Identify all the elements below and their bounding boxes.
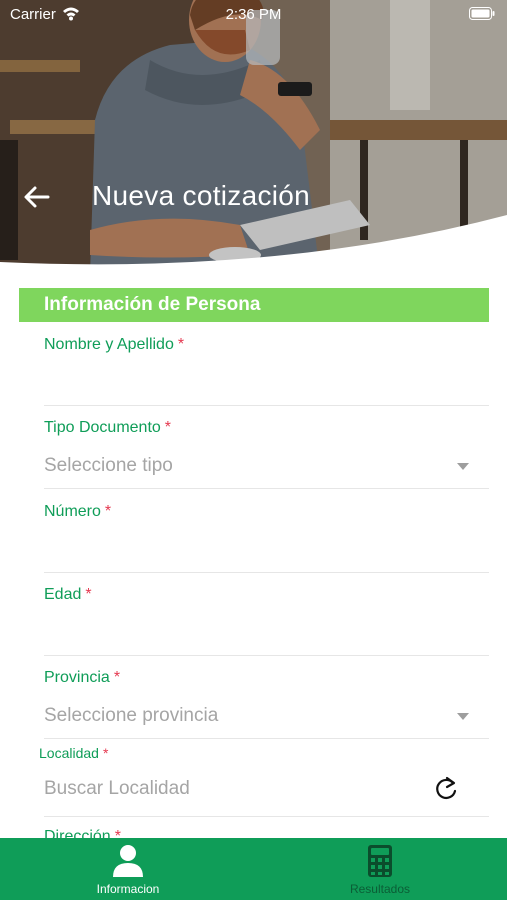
header-banner: Carrier 2:36 PM Nueva cotización xyxy=(0,0,507,275)
edad-label: Edad * xyxy=(44,586,92,603)
numero-label: Número * xyxy=(44,503,112,520)
tab-resultados[interactable]: Resultados xyxy=(280,838,480,900)
numero-field[interactable]: Número * xyxy=(44,503,489,573)
chevron-down-icon[interactable] xyxy=(457,713,469,720)
numero-underline xyxy=(44,572,489,573)
localidad-label: Localidad * xyxy=(39,745,109,761)
tipo-documento-underline xyxy=(44,488,489,489)
bottom-tab-bar: Informacion Resultados xyxy=(0,838,507,900)
nombre-field[interactable]: Nombre y Apellido * xyxy=(44,336,489,406)
required-mark: * xyxy=(113,669,121,686)
required-mark: * xyxy=(85,586,92,603)
nombre-label: Nombre y Apellido * xyxy=(44,336,185,353)
battery-icon xyxy=(469,7,495,20)
calculator-icon xyxy=(368,845,392,877)
localidad-underline xyxy=(44,816,489,817)
required-mark: * xyxy=(104,503,112,520)
required-mark: * xyxy=(177,336,185,353)
provincia-label: Provincia * xyxy=(44,669,121,686)
provincia-underline xyxy=(44,738,489,739)
localidad-field[interactable]: Localidad * Buscar Localidad xyxy=(39,745,489,817)
tipo-documento-label: Tipo Documento * xyxy=(44,419,172,436)
edad-field[interactable]: Edad * xyxy=(44,586,489,656)
page-title: Nueva cotización xyxy=(92,180,311,211)
header-photo xyxy=(0,0,507,275)
chevron-down-icon[interactable] xyxy=(457,463,469,470)
status-time: 2:36 PM xyxy=(225,6,282,23)
section-header: Información de Persona xyxy=(19,288,489,322)
required-mark: * xyxy=(164,419,172,436)
refresh-icon[interactable] xyxy=(433,775,459,803)
nombre-underline xyxy=(44,405,489,406)
tab-informacion-label: Informacion xyxy=(96,882,160,896)
localidad-placeholder: Buscar Localidad xyxy=(44,778,190,799)
status-bar: Carrier 2:36 PM xyxy=(0,0,507,28)
tab-resultados-label: Resultados xyxy=(349,882,411,896)
arrow-left-icon[interactable] xyxy=(22,182,52,212)
edad-underline xyxy=(44,655,489,656)
tipo-documento-placeholder: Seleccione tipo xyxy=(44,455,173,476)
required-mark: * xyxy=(102,745,109,761)
person-icon xyxy=(113,845,143,877)
provincia-select[interactable]: Provincia * Seleccione provincia xyxy=(44,669,489,739)
tab-informacion[interactable]: Informacion xyxy=(28,838,228,900)
provincia-placeholder: Seleccione provincia xyxy=(44,705,219,726)
tipo-documento-select[interactable]: Tipo Documento * Seleccione tipo xyxy=(44,419,489,489)
